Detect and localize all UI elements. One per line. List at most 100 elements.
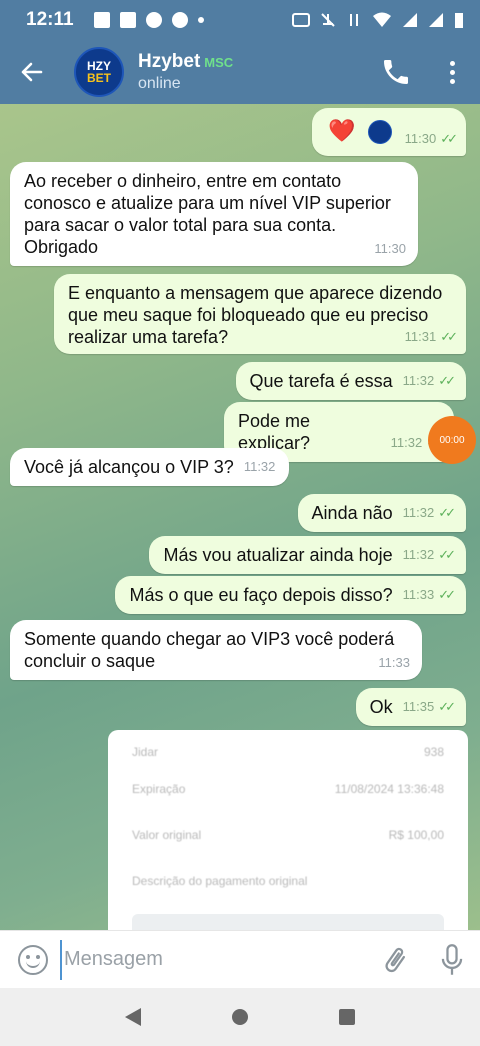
chat-title-area[interactable]: Hzybet MSC online xyxy=(138,51,233,93)
dot-icon xyxy=(449,69,455,75)
message-meta: 11:32✓✓ xyxy=(402,544,456,566)
attachment-label: Descrição do pagamento original xyxy=(132,874,308,888)
attachment-row: Descrição do pagamento original xyxy=(132,858,444,904)
paperclip-icon[interactable] xyxy=(380,945,410,975)
double-check-icon: ✓✓ xyxy=(440,131,458,146)
attachment-label: Valor original xyxy=(132,828,202,842)
system-navigation-bar xyxy=(0,988,480,1046)
message-bubble-out[interactable]: ❤️ 11:30 ✓✓ xyxy=(312,108,466,156)
double-check-icon: ✓✓ xyxy=(438,373,456,388)
message-time: 11:33 xyxy=(378,655,410,670)
message-meta: 11:35 ✓✓ xyxy=(402,696,456,718)
mute-icon xyxy=(321,13,335,27)
microphone-icon[interactable] xyxy=(438,943,466,977)
notification-icon xyxy=(119,12,136,28)
heart-emoji: ❤️ xyxy=(328,118,356,143)
message-text: Que tarefa é essa xyxy=(249,371,393,391)
message-meta: 11:32✓✓ xyxy=(402,502,456,524)
phone-icon[interactable] xyxy=(380,56,412,88)
message-text: Você já alcançou o VIP 3? xyxy=(24,457,234,477)
message-time: 11:33 xyxy=(402,587,435,602)
attachment-value: 11/08/2024 13:36:48 xyxy=(334,782,444,796)
double-check-icon: ✓✓ xyxy=(440,329,458,344)
status-time: 12:11 xyxy=(26,9,74,30)
chat-notification-icon xyxy=(145,12,162,28)
message-time: 11:31 xyxy=(404,329,437,344)
attachment-value: 938 xyxy=(423,745,444,759)
message-time: 11:35 xyxy=(402,699,435,714)
signal-icon xyxy=(403,13,417,27)
message-time: 11:32 xyxy=(402,373,435,388)
more-notifications-icon xyxy=(197,17,204,23)
attachment-row: Valor original R$ 100,00 xyxy=(132,812,444,858)
message-text: Somente quando chegar ao VIP3 você poder… xyxy=(24,629,395,671)
message-time: 11:32 xyxy=(402,505,435,520)
wifi-icon xyxy=(373,12,391,27)
attachment-row: Expiração 11/08/2024 13:36:48 xyxy=(132,766,444,812)
battery-icon xyxy=(455,13,463,28)
message-time: 11:30 xyxy=(404,131,437,146)
message-notification-icon xyxy=(171,12,188,28)
image-attachment[interactable]: Jidar 938 Expiração 11/08/2024 13:36:48 … xyxy=(108,730,468,930)
double-check-icon: ✓✓ xyxy=(438,587,456,602)
message-bubble-out[interactable]: Que tarefa é essa 11:32 ✓✓ xyxy=(235,362,466,400)
chat-badge: MSC xyxy=(204,55,234,70)
message-time: 11:32 xyxy=(390,435,423,450)
message-bubble-in[interactable]: Somente quando chegar ao VIP3 você poder… xyxy=(10,620,422,680)
double-check-icon: ✓✓ xyxy=(438,505,456,520)
notification-icon xyxy=(93,12,110,28)
nav-back-icon[interactable] xyxy=(125,1008,142,1026)
message-bubble-out[interactable]: Ok 11:35 ✓✓ xyxy=(355,688,466,726)
nav-home-icon[interactable] xyxy=(231,1009,248,1025)
chat-area[interactable]: ❤️ 11:30 ✓✓ Ao receber o dinheiro, entre … xyxy=(0,104,480,930)
double-check-icon: ✓✓ xyxy=(438,699,456,714)
message-bubble-out[interactable]: Más o que eu faço depois disso? 11:33 ✓✓ xyxy=(115,576,466,614)
chat-header: HZY BET Hzybet MSC online xyxy=(0,40,480,104)
chat-status: online xyxy=(138,75,181,92)
reaction-avatar xyxy=(368,120,392,144)
chat-title: Hzybet xyxy=(138,51,201,72)
message-bubble-out[interactable]: Más vou atualizar ainda hoje 11:32 ✓✓ xyxy=(149,536,466,574)
message-text: Ao receber o dinheiro, entre em contato … xyxy=(24,171,391,257)
message-text: Más vou atualizar ainda hoje xyxy=(163,545,393,565)
message-text: Más o que eu faço depois disso? xyxy=(129,585,393,605)
attachment-field xyxy=(132,914,444,930)
dot-icon xyxy=(449,60,455,66)
message-meta: 11:33 ✓✓ xyxy=(402,584,456,606)
attachment-label: Expiração xyxy=(132,782,186,796)
arrow-left-icon xyxy=(21,62,43,82)
message-text: Ok xyxy=(369,697,393,717)
attachment-row: Jidar 938 xyxy=(132,738,444,766)
cast-icon xyxy=(292,13,310,27)
avatar-text-bottom: BET xyxy=(87,71,111,85)
signal2-icon xyxy=(429,13,443,27)
recording-timer-badge[interactable]: 00:00 xyxy=(428,416,476,464)
dot-icon xyxy=(449,78,455,84)
notification-icons xyxy=(93,12,204,28)
message-text: Ainda não xyxy=(311,503,393,523)
message-meta: 11:32✓✓ xyxy=(402,370,456,392)
emoji-icon[interactable] xyxy=(18,944,48,975)
message-bubble-out[interactable]: Ainda não 11:32 ✓✓ xyxy=(297,494,466,532)
message-time: 11:30 xyxy=(374,241,406,256)
message-time: 11:32 xyxy=(402,547,435,562)
message-bubble-in[interactable]: Você já alcançou o VIP 3? 11:32 xyxy=(10,448,290,486)
message-bubble-in[interactable]: Ao receber o dinheiro, entre em contato … xyxy=(10,162,418,266)
back-button[interactable] xyxy=(0,40,64,104)
data-icon xyxy=(350,14,358,26)
attachment-value: R$ 100,00 xyxy=(388,828,444,842)
message-text: E enquanto a mensagem que aparece dizend… xyxy=(68,283,443,347)
message-meta: 11:31 ✓✓ xyxy=(404,326,458,348)
message-time: 11:32 xyxy=(243,459,276,474)
message-input[interactable] xyxy=(60,939,360,980)
attachment-label: Jidar xyxy=(132,745,159,759)
double-check-icon: ✓✓ xyxy=(438,547,456,562)
status-bar: 12:11 xyxy=(0,0,480,40)
avatar[interactable]: HZY BET xyxy=(74,47,124,97)
message-meta: 11:30 ✓✓ xyxy=(404,128,458,150)
more-menu-button[interactable] xyxy=(440,56,464,88)
message-bubble-out[interactable]: E enquanto a mensagem que aparece dizend… xyxy=(54,274,466,354)
system-icons xyxy=(292,11,464,29)
nav-recents-icon[interactable] xyxy=(338,1009,355,1025)
message-composer xyxy=(0,930,480,988)
